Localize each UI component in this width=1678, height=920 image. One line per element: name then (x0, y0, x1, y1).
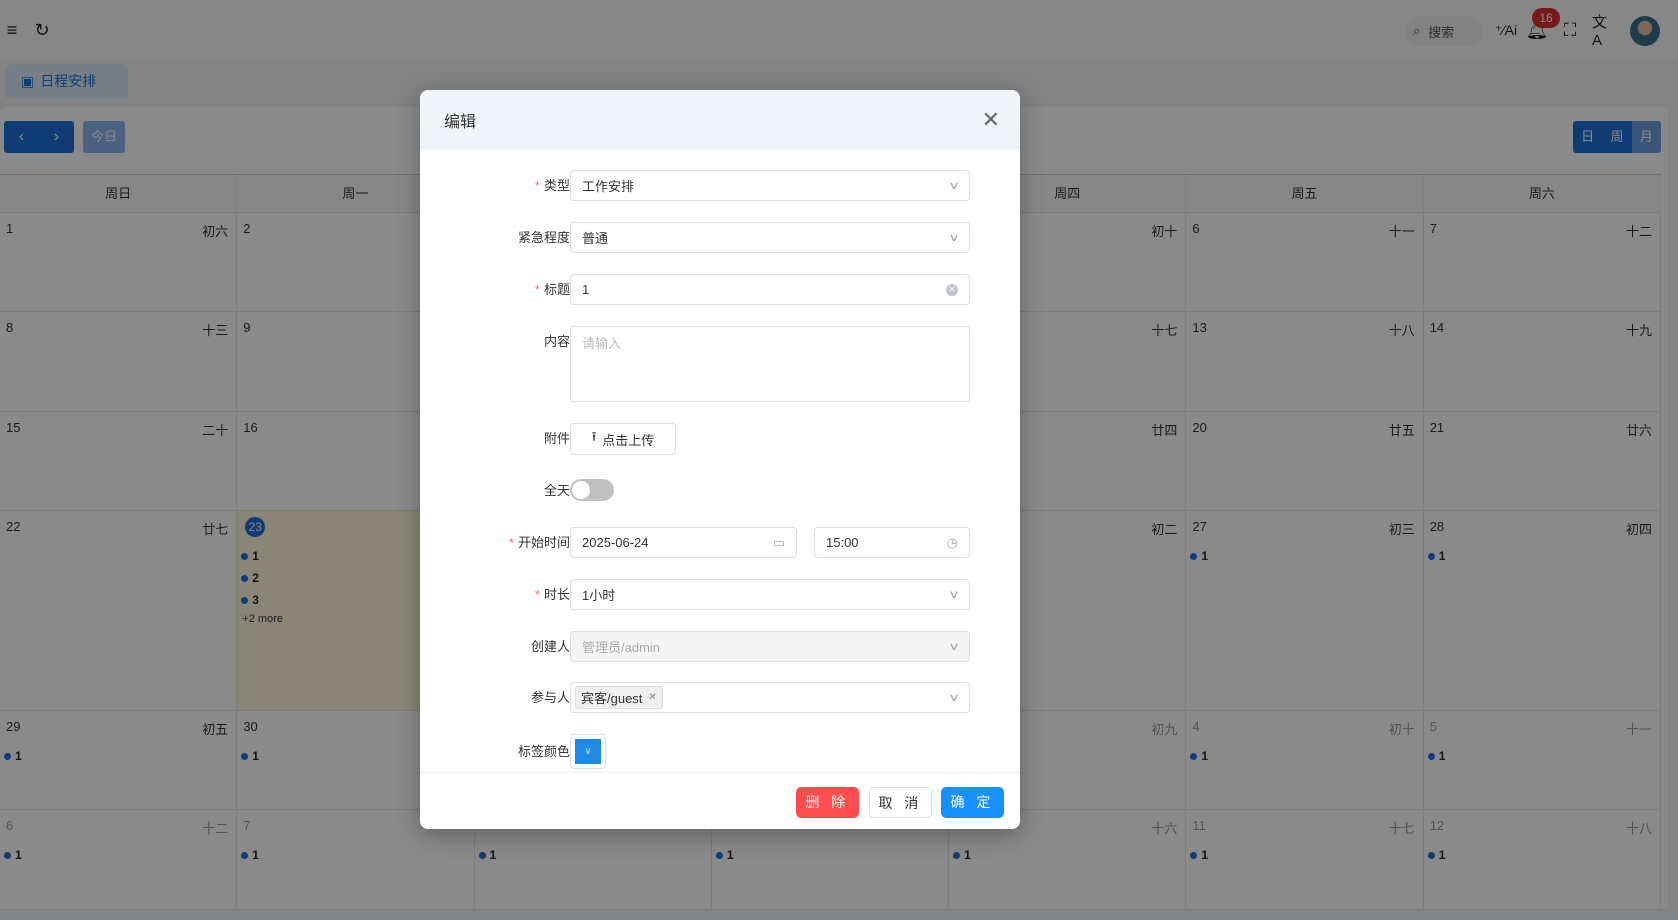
form-row-participants: 参与人 宾客/guest ✕ ∨ (420, 682, 1020, 713)
clock-icon: ◷ (946, 534, 958, 550)
close-icon[interactable]: ✕ (982, 107, 1000, 133)
form-row-duration: * 时长 1小时 ∨ (420, 579, 1020, 610)
urgency-label: 紧急程度 (517, 230, 570, 245)
confirm-button[interactable]: 确 定 (941, 787, 1004, 818)
form-row-content: 内容 请输入 (420, 326, 1020, 402)
participants-select[interactable]: 宾客/guest ✕ ∨ (570, 682, 970, 713)
start-time-input[interactable]: 15:00 ◷ (814, 527, 970, 558)
cancel-button[interactable]: 取 消 (869, 787, 932, 818)
start-label: * 开始时间 (508, 535, 570, 550)
title-label: * 标题 (534, 282, 570, 297)
form-row-start: * 开始时间 2025-06-24 ▭ 15:00 ◷ (420, 527, 1020, 558)
content-textarea[interactable]: 请输入 (570, 326, 970, 402)
duration-label: * 时长 (534, 587, 570, 602)
form-row-all-day: 全天 (420, 475, 1020, 506)
tag-color-label: 标签颜色 (517, 744, 570, 759)
form-row-attachment: 附件 ⭱ 点击上传 (420, 423, 1020, 455)
upload-icon: ⭱ (591, 429, 597, 444)
creator-label: 创建人 (530, 639, 570, 654)
chevron-down-icon: ∨ (947, 180, 961, 192)
clear-icon[interactable]: ✕ (946, 283, 958, 296)
type-select[interactable]: 工作安排 ∨ (570, 170, 970, 201)
dialog-footer: 删 除 取 消 确 定 (420, 772, 1020, 829)
duration-select[interactable]: 1小时 ∨ (570, 579, 970, 610)
content-label: 内容 (543, 334, 570, 349)
creator-select: 管理员/admin ∨ (570, 631, 970, 662)
participants-label: 参与人 (530, 690, 570, 705)
chevron-down-icon: ∨ (947, 692, 961, 704)
upload-button[interactable]: ⭱ 点击上传 (570, 423, 676, 455)
chevron-down-icon: ∨ (947, 641, 961, 653)
chevron-down-icon: ∨ (947, 589, 961, 601)
title-input[interactable]: 1 ✕ (570, 274, 970, 305)
start-date-input[interactable]: 2025-06-24 ▭ (570, 527, 797, 558)
form-row-creator: 创建人 管理员/admin ∨ (420, 631, 1020, 662)
chevron-down-icon: ∨ (947, 232, 961, 244)
form-row-tag-color: 标签颜色 ∨ (420, 734, 1020, 769)
chevron-down-icon: ∨ (575, 739, 601, 764)
form-row-urgency: 紧急程度 普通 ∨ (420, 222, 1020, 253)
form-row-type: * 类型 工作安排 ∨ (420, 170, 1020, 201)
all-day-label: 全天 (543, 483, 570, 498)
dialog-header: 编辑 ✕ (420, 90, 1020, 150)
urgency-select[interactable]: 普通 ∨ (570, 222, 970, 253)
color-picker[interactable]: ∨ (570, 734, 606, 769)
calendar-icon: ▭ (772, 534, 785, 550)
attachment-label: 附件 (543, 431, 570, 446)
tag-close-icon[interactable]: ✕ (648, 692, 656, 703)
delete-button[interactable]: 删 除 (796, 787, 859, 818)
form-row-title: * 标题 1 ✕ (420, 274, 1020, 305)
type-label: * 类型 (534, 178, 570, 193)
edit-dialog: 编辑 ✕ * 类型 工作安排 ∨ 紧急程度 普通 ∨ * 标题 1 ✕ 内容 请输入 附件… (420, 90, 1020, 829)
all-day-switch[interactable] (570, 479, 614, 501)
participant-tag: 宾客/guest ✕ (575, 686, 663, 709)
dialog-title: 编辑 (444, 114, 477, 131)
